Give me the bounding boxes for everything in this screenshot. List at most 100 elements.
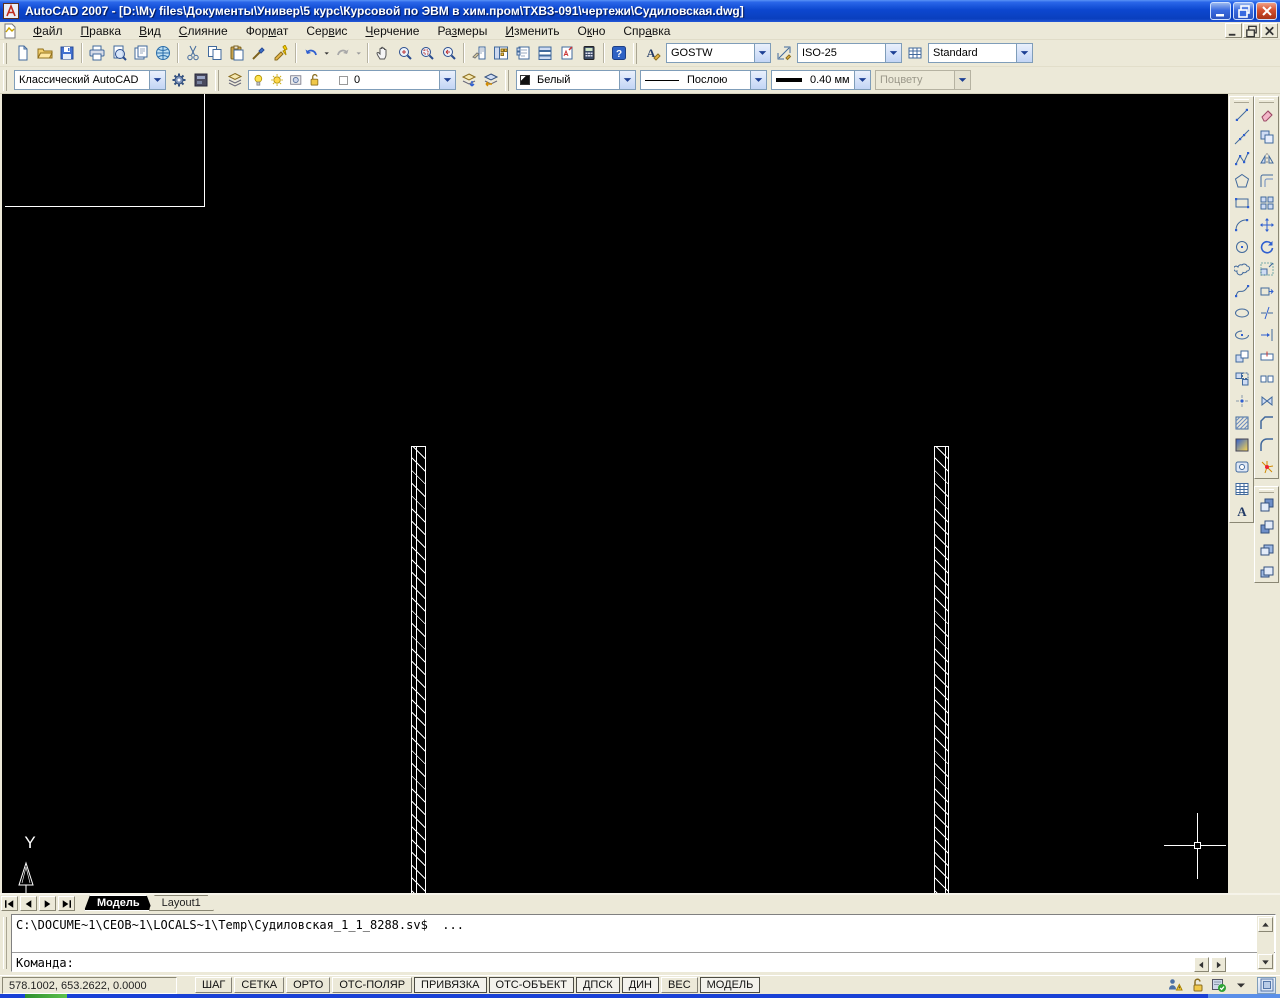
restore-button[interactable]: [1233, 2, 1254, 20]
scale-icon[interactable]: [1256, 258, 1278, 280]
chamfer-icon[interactable]: [1256, 412, 1278, 434]
paste-icon[interactable]: [226, 42, 248, 64]
scroll-right-button[interactable]: [1211, 957, 1226, 972]
gradient-icon[interactable]: [1231, 434, 1253, 456]
menu-изменить[interactable]: Изменить: [496, 23, 568, 39]
point-icon[interactable]: [1231, 390, 1253, 412]
ellipse-icon[interactable]: [1231, 302, 1253, 324]
toolbar-grip[interactable]: [1259, 99, 1274, 103]
help-icon[interactable]: ?: [608, 42, 630, 64]
unlock-icon[interactable]: [1186, 974, 1208, 996]
status-toggle-модель[interactable]: МОДЕЛЬ: [699, 977, 761, 993]
toolbar-grip[interactable]: [1234, 99, 1249, 103]
save-icon[interactable]: [56, 42, 78, 64]
status-toggle-привязка[interactable]: ПРИВЯЗКА: [414, 977, 487, 993]
sheetset-manager-icon[interactable]: [534, 42, 556, 64]
toolbar-grip[interactable]: [3, 42, 7, 64]
redo-icon[interactable]: [332, 42, 354, 64]
block-editor-icon[interactable]: [270, 42, 292, 64]
mdi-minimize-button[interactable]: [1225, 23, 1242, 38]
tool-palettes-icon[interactable]: [512, 42, 534, 64]
move-icon[interactable]: [1256, 214, 1278, 236]
zoom-window-icon[interactable]: [416, 42, 438, 64]
previous-tab-button[interactable]: [20, 896, 37, 911]
table-style-combo[interactable]: Standard: [928, 43, 1033, 63]
multiline-text-icon[interactable]: A: [1231, 500, 1253, 522]
dim-style-icon[interactable]: [773, 42, 795, 64]
fillet-icon[interactable]: [1256, 434, 1278, 456]
menu-справка[interactable]: Справка: [614, 23, 679, 39]
offset-icon[interactable]: [1256, 170, 1278, 192]
last-tab-button[interactable]: [58, 896, 75, 911]
menu-вид[interactable]: Вид: [130, 23, 170, 39]
zoom-realtime-icon[interactable]: [394, 42, 416, 64]
status-toggle-отс-поляр[interactable]: ОТС-ПОЛЯР: [332, 977, 413, 993]
status-toggle-вес[interactable]: ВЕС: [661, 977, 698, 993]
open-icon[interactable]: [34, 42, 56, 64]
toolbar-grip[interactable]: [505, 69, 509, 91]
viewport-freeze-icon[interactable]: [286, 71, 305, 90]
mdi-restore-button[interactable]: [1243, 23, 1260, 38]
make-block-icon[interactable]: [1231, 368, 1253, 390]
menu-сервис[interactable]: Сервис: [297, 23, 356, 39]
region-icon[interactable]: [1231, 456, 1253, 478]
command-scrollbar[interactable]: [1257, 916, 1274, 970]
quickcalc-icon[interactable]: [578, 42, 600, 64]
mirror-icon[interactable]: [1256, 148, 1278, 170]
copy-icon[interactable]: [204, 42, 226, 64]
table-style-icon[interactable]: [904, 42, 926, 64]
trim-icon[interactable]: [1256, 302, 1278, 324]
properties-icon[interactable]: [468, 42, 490, 64]
text-style-icon[interactable]: A: [642, 42, 664, 64]
menu-правка[interactable]: Правка: [72, 23, 131, 39]
workspace-combo[interactable]: Классический AutoCAD: [14, 70, 166, 90]
zoom-previous-icon[interactable]: [438, 42, 460, 64]
status-toggle-сетка[interactable]: СЕТКА: [234, 977, 285, 993]
lock-icon[interactable]: [305, 71, 324, 90]
undo-icon[interactable]: [300, 42, 322, 64]
status-toggle-шаг[interactable]: ШАГ: [195, 977, 233, 993]
layer-previous-icon[interactable]: [480, 69, 502, 91]
rectangle-icon[interactable]: [1231, 192, 1253, 214]
plot-icon[interactable]: [86, 42, 108, 64]
next-tab-button[interactable]: [39, 896, 56, 911]
chevron-down-icon[interactable]: [854, 71, 870, 89]
toolbar-check-icon[interactable]: [1208, 974, 1230, 996]
plot-preview-icon[interactable]: [108, 42, 130, 64]
polyline-icon[interactable]: [1231, 148, 1253, 170]
ellipse-arc-icon[interactable]: [1231, 324, 1253, 346]
command-prompt[interactable]: Команда:: [16, 956, 74, 970]
menu-формат[interactable]: Формат: [237, 23, 298, 39]
my-workspace-icon[interactable]: [190, 69, 212, 91]
spline-icon[interactable]: [1231, 280, 1253, 302]
command-window-grip[interactable]: [3, 917, 7, 969]
chevron-down-icon[interactable]: [885, 44, 901, 62]
toolbar-grip[interactable]: [1259, 489, 1274, 493]
workspace-settings-icon[interactable]: [168, 69, 190, 91]
etransmit-icon[interactable]: [152, 42, 174, 64]
linetype-combo[interactable]: Послою: [640, 70, 767, 90]
extend-icon[interactable]: [1256, 324, 1278, 346]
first-tab-button[interactable]: [1, 896, 18, 911]
mdi-close-button[interactable]: [1261, 23, 1278, 38]
qnew-icon[interactable]: [12, 42, 34, 64]
menu-размеры[interactable]: Размеры: [428, 23, 496, 39]
chevron-down-icon[interactable]: [750, 71, 766, 89]
send-to-back-icon[interactable]: [1256, 516, 1278, 538]
tray-menu-arrow-icon[interactable]: [1232, 977, 1249, 994]
table-icon[interactable]: [1231, 478, 1253, 500]
status-toggle-орто[interactable]: ОРТО: [286, 977, 331, 993]
tab-layout1[interactable]: Layout1: [149, 895, 214, 911]
scroll-up-button[interactable]: [1258, 917, 1273, 932]
scroll-down-button[interactable]: [1258, 954, 1273, 969]
break-icon[interactable]: [1256, 368, 1278, 390]
undo-dropdown-icon[interactable]: [322, 42, 332, 64]
line-icon[interactable]: [1231, 104, 1253, 126]
redo-dropdown-icon[interactable]: [354, 42, 364, 64]
chevron-down-icon[interactable]: [149, 71, 165, 89]
lineweight-combo[interactable]: 0.40 мм: [771, 70, 871, 90]
communication-center-icon[interactable]: [1164, 974, 1186, 996]
copy-object-icon[interactable]: [1256, 126, 1278, 148]
stretch-icon[interactable]: [1256, 280, 1278, 302]
drawing-canvas[interactable]: Y X: [2, 94, 1228, 971]
